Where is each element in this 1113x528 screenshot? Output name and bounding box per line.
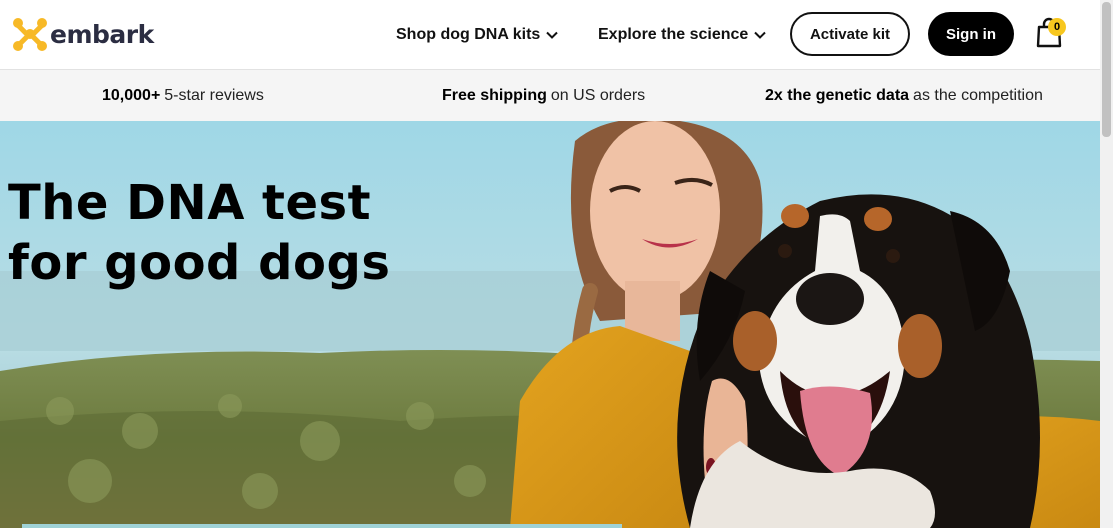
nav-science-label: Explore the science (598, 26, 749, 43)
promo-reviews: 10,000+ 5-star reviews (102, 70, 264, 121)
hero-banner: The DNA test for good dogs (0, 121, 1100, 528)
promo-shipping-text: on US orders (550, 86, 646, 104)
chevron-down-icon (754, 26, 767, 44)
promo-genetic-text: as the competition (913, 86, 1043, 104)
logo-text: embark (50, 19, 154, 49)
sign-in-button[interactable]: Sign in (928, 12, 1014, 56)
promo-genetic-bold: 2x the genetic data (765, 86, 910, 104)
nav-explore-science[interactable]: Explore the science (598, 0, 767, 70)
nav-shop-dna-kits[interactable]: Shop dog DNA kits (396, 0, 559, 70)
embark-logo[interactable]: embark (12, 16, 154, 52)
promo-reviews-text: 5-star reviews (164, 86, 264, 104)
activate-kit-button[interactable]: Activate kit (790, 12, 910, 56)
embark-mark-icon (13, 18, 47, 51)
promo-genetic-data: 2x the genetic data as the competition (765, 70, 1043, 121)
page-scrollbar[interactable] (1100, 0, 1113, 528)
promo-bar: 10,000+ 5-star reviews Free shipping on … (0, 70, 1100, 121)
promo-shipping: Free shipping on US orders (442, 70, 645, 121)
hero-title-line-1: The DNA test (8, 175, 372, 231)
hero-title: The DNA test for good dogs (8, 173, 390, 293)
nav-shop-label: Shop dog DNA kits (396, 26, 541, 43)
cart-count-badge: 0 (1048, 18, 1066, 36)
cart-button[interactable]: 0 (1034, 16, 1068, 50)
promo-shipping-bold: Free shipping (442, 86, 547, 104)
hero-title-line-2: for good dogs (8, 235, 391, 291)
chevron-down-icon (546, 26, 559, 44)
promo-reviews-bold: 10,000+ (102, 86, 161, 104)
scrollbar-thumb[interactable] (1102, 2, 1111, 137)
site-header: embark Shop dog DNA kits Explore the sci… (0, 0, 1100, 70)
